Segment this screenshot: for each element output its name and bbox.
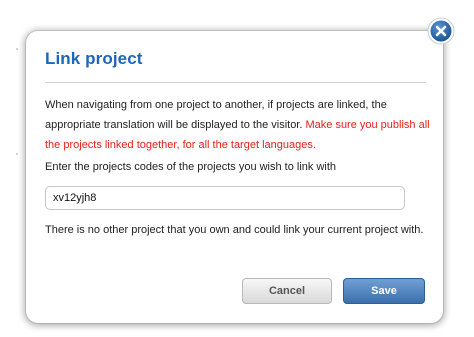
background-mark [16,48,18,50]
project-code-input[interactable] [45,186,405,210]
project-codes-label: Enter the projects codes of the projects… [45,161,337,173]
title-divider [45,82,426,83]
close-button[interactable] [427,17,455,45]
close-icon [427,17,455,45]
no-projects-message: There is no other project that you own a… [45,224,424,236]
save-button[interactable]: Save [343,278,425,304]
intro-paragraph: When navigating from one project to anot… [45,95,431,155]
cancel-button[interactable]: Cancel [242,278,332,304]
link-project-dialog: Link project When navigating from one pr… [26,31,443,323]
dialog-title: Link project [45,49,143,68]
background-mark [16,153,18,155]
